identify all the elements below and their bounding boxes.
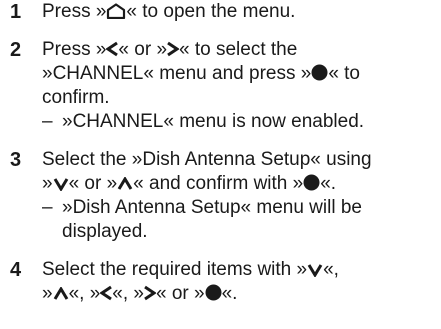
step-text-fragment: «, » xyxy=(68,283,101,304)
arrow-down-icon xyxy=(307,258,323,282)
step-text-fragment: confirm. xyxy=(42,87,110,108)
step-item: 3 Select the »Dish Antenna Setup« using » «… xyxy=(10,148,441,244)
step-number: 1 xyxy=(10,1,22,23)
step-text-fragment: « to xyxy=(328,63,361,84)
result-dash: – xyxy=(42,197,53,218)
step-line: Select the »Dish Antenna Setup« using xyxy=(42,148,441,172)
step-text-fragment: » xyxy=(42,173,53,194)
ok-dot-icon xyxy=(303,172,320,196)
result-dash: – xyxy=(42,111,53,132)
step-text-fragment: « to select the xyxy=(179,39,298,60)
step-text-fragment: Press » xyxy=(42,1,107,22)
arrow-right-icon xyxy=(167,38,180,62)
step-line: Select the required items with » «, xyxy=(42,258,441,282)
step-text-fragment: »CHANNEL« menu and press » xyxy=(42,63,312,84)
arrow-left-icon xyxy=(100,282,113,306)
step-item: 2 Press » « or » « to select the »CHANNEL« m… xyxy=(10,38,441,134)
step-line: Press » « to open the menu. xyxy=(42,0,441,24)
step-text-fragment: « or » xyxy=(118,39,168,60)
step-text: Press » « or » « to select the »CHANNEL« me… xyxy=(42,38,441,134)
step-text-fragment: Select the »Dish Antenna Setup« using xyxy=(42,149,372,170)
step-text-fragment: « to open the menu. xyxy=(126,1,296,22)
result-text: »Dish Antenna Setup« menu will be displa… xyxy=(62,197,362,242)
step-number: 3 xyxy=(10,149,22,171)
ok-dot-icon xyxy=(205,282,222,306)
instruction-steps: 1 Press » « to open the menu. 2 Press » « or … xyxy=(10,0,441,320)
step-text-fragment: » xyxy=(42,283,53,304)
step-text-fragment: « or » xyxy=(68,173,118,194)
step-text: Press » « to open the menu. xyxy=(42,0,441,24)
arrow-right-icon xyxy=(144,282,156,306)
step-line: » «, » «, » « or » «. xyxy=(42,282,441,306)
step-text-fragment: «. xyxy=(320,173,337,194)
step-number: 4 xyxy=(10,259,22,281)
step-text-fragment: «, xyxy=(323,259,339,280)
step-text-fragment: « or » xyxy=(155,283,205,304)
step-text-fragment: «, » xyxy=(112,283,144,304)
arrow-up-icon xyxy=(117,172,133,196)
result-text: »CHANNEL« menu is now enabled. xyxy=(62,111,365,132)
step-result-note: – »CHANNEL« menu is now enabled. xyxy=(42,110,441,134)
step-text: Select the required items with » «, » «, » «… xyxy=(42,258,441,306)
arrow-left-icon xyxy=(106,38,119,62)
step-text-fragment: Select the required items with » xyxy=(42,259,308,280)
ok-dot-icon xyxy=(311,62,328,86)
arrow-down-icon xyxy=(53,172,69,196)
step-text-fragment: « and confirm with » xyxy=(133,173,304,194)
step-number: 2 xyxy=(10,39,22,61)
step-line: » « or » « and confirm with » «. xyxy=(42,172,441,196)
step-text-fragment: «. xyxy=(221,283,238,304)
step-item: 1 Press » « to open the menu. xyxy=(10,0,441,24)
arrow-up-icon xyxy=(53,282,69,306)
step-text-fragment: Press » xyxy=(42,39,107,60)
step-line: confirm. xyxy=(42,86,441,110)
home-icon xyxy=(106,0,126,24)
step-text: Select the »Dish Antenna Setup« using » « … xyxy=(42,148,441,244)
step-line: Press » « or » « to select the xyxy=(42,38,441,62)
step-line: »CHANNEL« menu and press » « to xyxy=(42,62,441,86)
step-item: 4 Select the required items with » «, » «, »… xyxy=(10,258,441,306)
step-result-note: – »Dish Antenna Setup« menu will be displ… xyxy=(42,196,441,244)
